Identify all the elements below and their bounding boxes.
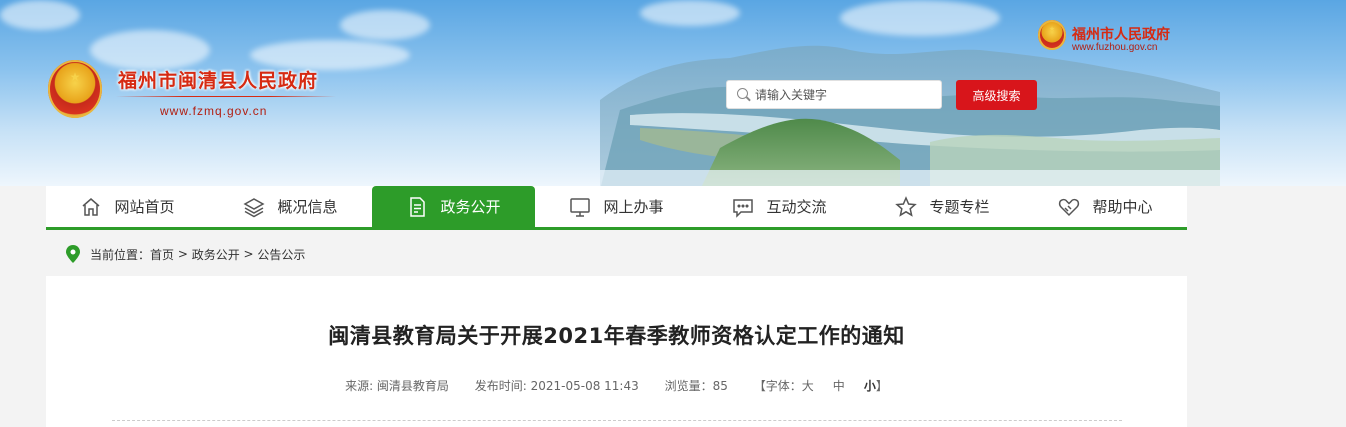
content-divider bbox=[112, 420, 1122, 421]
font-size-small-button[interactable]: 小 bbox=[864, 379, 876, 393]
site-header: ★ 福州市闽清县人民政府 www.fzmq.gov.cn ★ 福州市人民政府 w… bbox=[0, 0, 1346, 186]
breadcrumb-item-government-affairs[interactable]: 政务公开 bbox=[192, 246, 240, 263]
breadcrumb-item-announcements[interactable]: 公告公示 bbox=[257, 246, 305, 263]
chat-icon bbox=[732, 196, 754, 218]
nav-label: 互动交流 bbox=[766, 198, 827, 216]
nav-label: 网站首页 bbox=[114, 198, 175, 216]
search-box bbox=[726, 80, 942, 109]
font-size-close: 】 bbox=[875, 379, 888, 393]
nav-item-overview[interactable]: 概况信息 bbox=[209, 186, 372, 227]
breadcrumb-separator: > bbox=[174, 247, 192, 261]
nav-item-home[interactable]: 网站首页 bbox=[46, 186, 209, 227]
cloud-decoration bbox=[340, 10, 430, 40]
nav-item-interaction[interactable]: 互动交流 bbox=[698, 186, 861, 227]
parent-site-url[interactable]: www.fuzhou.gov.cn bbox=[1072, 42, 1157, 53]
nav-label: 政务公开 bbox=[440, 198, 501, 216]
monitor-icon bbox=[569, 196, 591, 218]
document-icon bbox=[406, 196, 428, 218]
breadcrumb-prefix: 当前位置： bbox=[90, 247, 151, 262]
nav-label: 专题专栏 bbox=[929, 198, 990, 216]
font-size-label: 【字体： bbox=[753, 379, 802, 393]
font-size-medium-button[interactable]: 中 bbox=[833, 379, 845, 393]
nav-label: 网上办事 bbox=[603, 198, 664, 216]
nav-label: 帮助中心 bbox=[1092, 198, 1153, 216]
nav-item-special-topics[interactable]: 专题专栏 bbox=[861, 186, 1024, 227]
article-publish-time: 发布时间: 2021-05-08 11:43 bbox=[474, 379, 639, 393]
nav-label: 概况信息 bbox=[277, 198, 338, 216]
main-nav: 网站首页 概况信息 政务公开 网上办事 互动交流 专题专栏 帮助中心 bbox=[46, 186, 1187, 230]
nav-item-online-services[interactable]: 网上办事 bbox=[535, 186, 698, 227]
breadcrumb-separator: > bbox=[239, 247, 258, 261]
article-meta: 来源: 闽清县教育局 发布时间: 2021-05-08 11:43 浏览量：85… bbox=[46, 377, 1187, 394]
handshake-icon bbox=[1058, 196, 1080, 218]
location-pin-icon bbox=[66, 245, 80, 263]
cloud-decoration bbox=[0, 0, 80, 30]
breadcrumb: 当前位置： 首页 > 政务公开 > 公告公示 bbox=[46, 232, 1187, 276]
parent-site-link[interactable]: 福州市人民政府 bbox=[1072, 24, 1170, 44]
layers-icon bbox=[243, 196, 266, 218]
national-emblem-logo: ★ bbox=[48, 60, 102, 118]
parent-emblem-logo[interactable]: ★ bbox=[1038, 20, 1066, 50]
nav-item-help-center[interactable]: 帮助中心 bbox=[1024, 186, 1187, 227]
breadcrumb-item-home[interactable]: 首页 bbox=[150, 246, 174, 263]
search-input[interactable] bbox=[755, 84, 935, 106]
star-icon bbox=[895, 195, 918, 218]
title-divider bbox=[116, 96, 336, 97]
cloud-decoration bbox=[640, 0, 740, 26]
article-views: 浏览量：85 bbox=[664, 379, 728, 393]
cloud-decoration bbox=[90, 30, 210, 70]
advanced-search-button[interactable]: 高级搜索 bbox=[956, 80, 1037, 110]
home-icon bbox=[80, 196, 102, 218]
site-title: 福州市闽清县人民政府 bbox=[118, 70, 319, 92]
article-panel: 闽清县教育局关于开展2021年春季教师资格认定工作的通知 来源: 闽清县教育局 … bbox=[46, 276, 1187, 427]
site-url: www.fzmq.gov.cn bbox=[160, 104, 268, 118]
nav-item-government-affairs[interactable]: 政务公开 bbox=[372, 186, 535, 227]
font-size-large-button[interactable]: 大 bbox=[802, 379, 814, 393]
article-source: 来源: 闽清县教育局 bbox=[345, 379, 449, 393]
article-title: 闽清县教育局关于开展2021年春季教师资格认定工作的通知 bbox=[328, 324, 905, 348]
search-icon bbox=[737, 88, 748, 99]
